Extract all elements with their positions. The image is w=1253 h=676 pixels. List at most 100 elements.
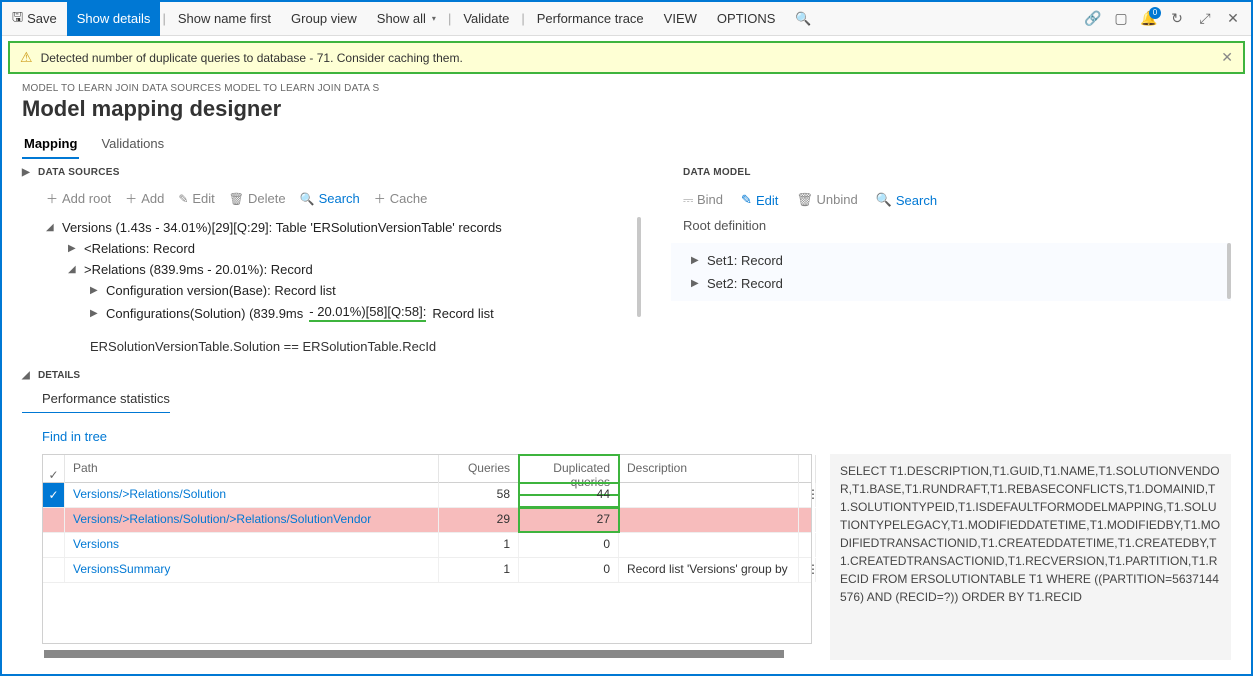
row-desc — [619, 533, 799, 557]
warning-close-button[interactable]: ✕ — [1221, 49, 1233, 66]
formula-text: ERSolutionVersionTable.Solution == ERSol… — [46, 325, 641, 360]
save-button[interactable]: 🖫Save — [2, 2, 67, 36]
search-icon: 🔍 — [300, 192, 315, 206]
data-sources-header[interactable]: ▶DATA SOURCES — [22, 159, 641, 184]
dm-scrollbar[interactable] — [1227, 243, 1231, 299]
warning-text: Detected number of duplicate queries to … — [41, 51, 463, 65]
row-queries: 29 — [439, 508, 519, 532]
tree-node-config-base[interactable]: ▶Configuration version(Base): Record lis… — [46, 280, 641, 301]
tab-mapping[interactable]: Mapping — [22, 130, 79, 159]
page-title: Model mapping designer — [2, 94, 1251, 130]
table-row[interactable]: VersionsSummary 1 0 Record list 'Version… — [43, 558, 811, 583]
validate-button[interactable]: Validate — [453, 2, 519, 36]
caret-down-icon: ◢ — [68, 264, 78, 275]
pencil-icon: ✎ — [741, 192, 752, 208]
add-button[interactable]: ＋Add — [125, 190, 164, 207]
caret-right-icon: ▶ — [691, 255, 701, 266]
close-icon[interactable]: ✕ — [1225, 11, 1241, 27]
link-icon: ⎓ — [683, 192, 693, 207]
row-path[interactable]: Versions/>Relations/Solution — [65, 483, 439, 507]
toolbar: 🖫Save Show details | Show name first Gro… — [2, 2, 1251, 36]
perf-table: ✓ Path Queries Duplicated queries Descri… — [42, 454, 812, 644]
caret-down-icon: ◢ — [22, 370, 32, 381]
warning-bar: ⚠ Detected number of duplicate queries t… — [8, 41, 1245, 74]
data-model-header: DATA MODEL — [671, 159, 1231, 184]
add-root-button[interactable]: ＋Add root — [46, 190, 111, 207]
trash-icon: 🗑 — [796, 192, 813, 207]
view-menu[interactable]: VIEW — [654, 2, 707, 36]
trash-icon: 🗑 — [229, 192, 244, 206]
tree-node-relations-record[interactable]: ▶<Relations: Record — [46, 238, 641, 259]
bind-button[interactable]: ⎓ Bind — [683, 192, 723, 208]
notification-icon[interactable]: 🔔 — [1141, 11, 1157, 27]
root-definition: Root definition — [671, 216, 1231, 243]
tree-scrollbar[interactable] — [637, 217, 641, 317]
pencil-icon: ✎ — [178, 192, 188, 206]
table-horizontal-scrollbar[interactable] — [44, 650, 784, 658]
breadcrumb: MODEL TO LEARN JOIN DATA SOURCES MODEL T… — [2, 79, 1251, 94]
chevron-right-icon: ▶ — [22, 167, 32, 178]
plus-icon: ＋ — [374, 190, 386, 207]
row-path[interactable]: VersionsSummary — [65, 558, 439, 582]
row-desc: Record list 'Versions' group by — [619, 558, 799, 582]
dm-node-set2[interactable]: ▶Set2: Record — [671, 272, 1231, 295]
row-dup: 0 — [519, 533, 619, 557]
toolbar-search-button[interactable]: 🔍 — [785, 2, 821, 36]
tree-node-relations-pct[interactable]: ◢>Relations (839.9ms - 20.01%): Record — [46, 259, 641, 280]
show-name-first-button[interactable]: Show name first — [168, 2, 281, 36]
row-path[interactable]: Versions/>Relations/Solution/>Relations/… — [65, 508, 439, 532]
dm-search-button[interactable]: 🔍 Search — [876, 192, 937, 208]
caret-down-icon: ◢ — [46, 222, 56, 233]
table-row[interactable]: Versions/>Relations/Solution/>Relations/… — [43, 508, 811, 533]
table-row[interactable]: ✓ Versions/>Relations/Solution 58 44 ⋮ — [43, 483, 811, 508]
data-source-tree: ◢Versions (1.43s - 34.01%)[29][Q:29]: Ta… — [22, 217, 641, 360]
caret-right-icon: ▶ — [691, 278, 701, 289]
caret-right-icon: ▶ — [90, 308, 100, 319]
show-details-button[interactable]: Show details — [67, 2, 161, 36]
row-dup: 0 — [519, 558, 619, 582]
table-row[interactable]: Versions 1 0 — [43, 533, 811, 558]
tree-node-config-solution[interactable]: ▶Configurations(Solution) (839.9ms - 20.… — [46, 301, 641, 325]
row-dup: 44 — [519, 483, 619, 507]
dm-edit-button[interactable]: ✎ Edit — [741, 192, 778, 208]
caret-right-icon: ▶ — [68, 243, 78, 254]
expand-icon[interactable]: ⤢ — [1197, 11, 1213, 27]
plus-icon: ＋ — [46, 190, 58, 207]
caret-right-icon: ▶ — [90, 285, 100, 296]
perf-stats-tab[interactable]: Performance statistics — [22, 387, 170, 413]
tab-validations[interactable]: Validations — [99, 130, 166, 159]
edit-button[interactable]: ✎Edit — [178, 190, 214, 207]
search-icon: 🔍 — [795, 11, 811, 27]
tree-node-versions[interactable]: ◢Versions (1.43s - 34.01%)[29][Q:29]: Ta… — [46, 217, 641, 238]
unbind-button[interactable]: 🗑 Unbind — [796, 192, 857, 208]
dm-node-set1[interactable]: ▶Set1: Record — [671, 249, 1231, 272]
refresh-icon[interactable]: ↻ — [1169, 11, 1185, 27]
sql-query-box: SELECT T1.DESCRIPTION,T1.GUID,T1.NAME,T1… — [830, 454, 1231, 660]
options-menu[interactable]: OPTIONS — [707, 2, 786, 36]
row-dup: 27 — [519, 508, 619, 532]
show-all-button[interactable]: Show all▾ — [367, 2, 446, 36]
save-icon: 🖫 — [12, 8, 23, 30]
ds-search-button[interactable]: 🔍Search — [300, 190, 360, 207]
search-icon: 🔍 — [876, 192, 892, 208]
row-queries: 1 — [439, 533, 519, 557]
row-more-icon[interactable]: ⋮ — [799, 558, 816, 582]
link-icon[interactable]: 🔗 — [1085, 11, 1101, 27]
row-queries: 1 — [439, 558, 519, 582]
delete-button[interactable]: 🗑Delete — [229, 190, 286, 207]
plus-icon: ＋ — [125, 190, 137, 207]
perf-trace-button[interactable]: Performance trace — [527, 2, 654, 36]
row-more-icon[interactable]: ⋮ — [799, 483, 816, 507]
row-path[interactable]: Versions — [65, 533, 439, 557]
tabs: Mapping Validations — [2, 130, 1251, 159]
details-header[interactable]: ◢DETAILS — [22, 360, 1231, 387]
row-check[interactable]: ✓ — [43, 483, 65, 507]
find-in-tree-link[interactable]: Find in tree — [22, 413, 1231, 454]
row-queries: 58 — [439, 483, 519, 507]
cache-button[interactable]: ＋Cache — [374, 190, 428, 207]
data-model-tree: ▶Set1: Record ▶Set2: Record — [671, 243, 1231, 301]
office-icon[interactable]: ▢ — [1113, 11, 1129, 27]
warning-icon: ⚠ — [20, 49, 33, 66]
group-view-button[interactable]: Group view — [281, 2, 367, 36]
chevron-down-icon: ▾ — [432, 14, 436, 23]
